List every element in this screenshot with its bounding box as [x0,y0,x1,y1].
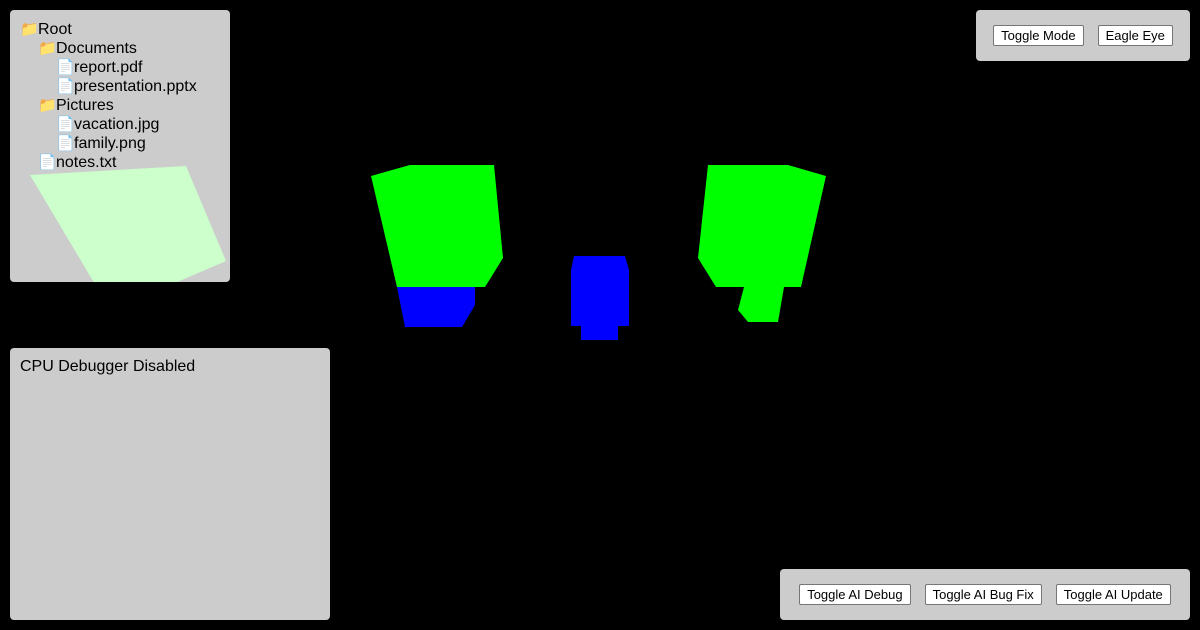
toggle-ai-bug-fix-button[interactable]: Toggle AI Bug Fix [924,584,1042,605]
tree-item-label: Documents [56,40,137,57]
bottom-controls-panel: Toggle AI Debug Toggle AI Bug Fix Toggle… [780,569,1190,620]
tree-item-label: presentation.pptx [74,78,197,95]
tree-item-label: Root [38,21,72,38]
cpu-debugger-panel: CPU Debugger Disabled [10,348,330,620]
tree-item[interactable]: 📄notes.txt [20,153,220,172]
file-icon: 📄 [38,154,57,171]
tree-item[interactable]: 📄report.pdf [20,58,220,77]
tree-item-label: report.pdf [74,59,143,76]
file-icon: 📄 [56,116,75,133]
toggle-ai-debug-button[interactable]: Toggle AI Debug [799,584,911,605]
tree-item-label: notes.txt [56,154,117,171]
tree-item[interactable]: 📁Documents [20,39,220,58]
tree-item[interactable]: 📄vacation.jpg [20,115,220,134]
folder-icon: 📁 [20,21,39,38]
tree-item[interactable]: 📄presentation.pptx [20,77,220,96]
folder-icon: 📁 [38,97,57,114]
tree-item-label: vacation.jpg [74,116,160,133]
tree-item[interactable]: 📁Root [20,20,220,39]
top-controls-panel: Toggle Mode Eagle Eye [976,10,1190,61]
game-viewport[interactable]: 📁Root 📁Documents 📄report.pdf 📄presentation.… [0,0,1200,630]
right-green-block [698,165,826,322]
tree-item-label: family.png [74,135,146,152]
debugger-status-text: CPU Debugger Disabled [20,358,196,375]
file-icon: 📄 [56,78,75,95]
eagle-eye-button[interactable]: Eagle Eye [1097,25,1173,46]
file-icon: 📄 [56,135,75,152]
folder-icon: 📁 [38,40,57,57]
center-blue-block [571,256,629,340]
minimap-view-frustum [30,166,226,282]
toggle-mode-button[interactable]: Toggle Mode [993,25,1084,46]
toggle-ai-update-button[interactable]: Toggle AI Update [1055,584,1171,605]
tree-item[interactable]: 📄family.png [20,134,220,153]
file-icon: 📄 [56,59,75,76]
tree-item[interactable]: 📁Pictures [20,96,220,115]
file-tree-panel: 📁Root 📁Documents 📄report.pdf 📄presentation.… [10,10,230,282]
left-green-block [371,165,503,287]
tree-item-label: Pictures [56,97,114,114]
left-blue-block [397,287,475,327]
